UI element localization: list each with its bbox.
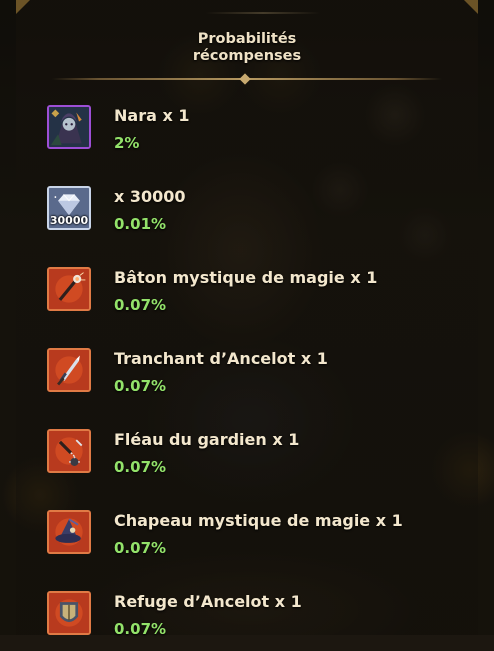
ancelot-refuge-icon	[47, 591, 91, 635]
reward-name: Bâton mystique de magie x 1	[114, 268, 378, 287]
reward-probability: 0.07%	[114, 296, 167, 314]
reward-probability: 0.07%	[114, 377, 167, 395]
reward-probability: 2%	[114, 134, 140, 152]
reward-row: Chapeau mystique de magie x 1 0.07%	[0, 510, 494, 570]
diamond-gem-icon: 30000	[47, 186, 91, 230]
reward-list[interactable]: Nara x 1 2% 30000 x 30000 0.01% Bâton my…	[0, 0, 494, 638]
reward-name: Refuge d’Ancelot x 1	[114, 592, 302, 611]
ancelot-blade-icon	[47, 348, 91, 392]
reward-name: x 30000	[114, 187, 186, 206]
mystic-staff-icon	[47, 267, 91, 311]
reward-probability: 0.07%	[114, 458, 167, 476]
gem-quantity-label: 30000	[49, 214, 89, 227]
reward-probability: 0.01%	[114, 215, 167, 233]
guardian-flail-icon	[47, 429, 91, 473]
reward-name: Fléau du gardien x 1	[114, 430, 300, 449]
mystic-hat-icon	[47, 510, 91, 554]
reward-name: Chapeau mystique de magie x 1	[114, 511, 403, 530]
reward-name: Nara x 1	[114, 106, 190, 125]
reward-row: Bâton mystique de magie x 1 0.07%	[0, 267, 494, 327]
reward-row: 30000 x 30000 0.01%	[0, 186, 494, 246]
reward-probability: 0.07%	[114, 539, 167, 557]
reward-probability: 0.07%	[114, 620, 167, 638]
reward-name: Tranchant d’Ancelot x 1	[114, 349, 328, 368]
reward-row: Tranchant d’Ancelot x 1 0.07%	[0, 348, 494, 408]
reward-row: Fléau du gardien x 1 0.07%	[0, 429, 494, 489]
reward-row: Refuge d’Ancelot x 1 0.07%	[0, 591, 494, 651]
nara-hero-portrait-icon	[47, 105, 91, 149]
reward-row: Nara x 1 2%	[0, 105, 494, 165]
